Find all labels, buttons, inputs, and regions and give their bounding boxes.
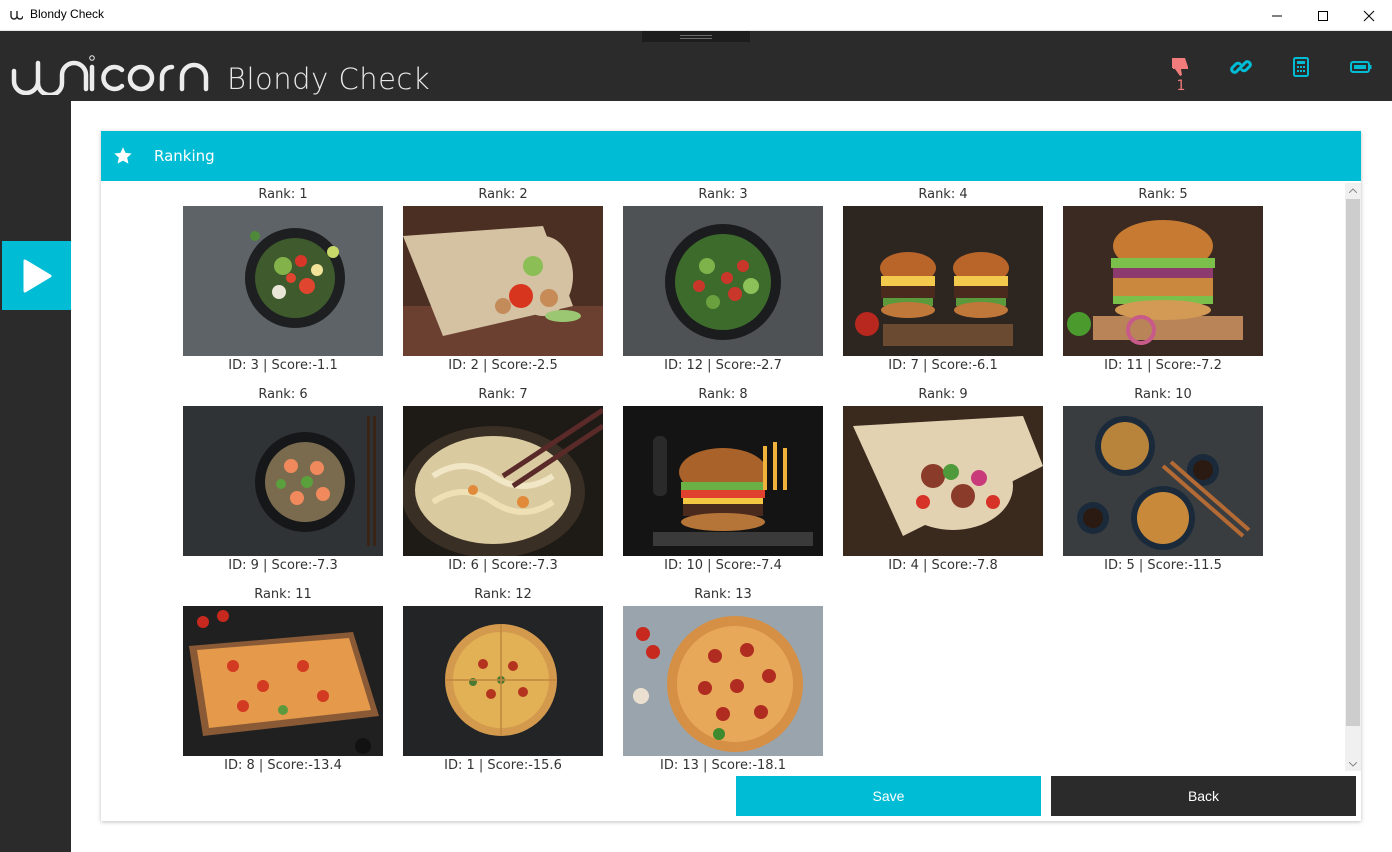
food-image[interactable] (623, 206, 823, 356)
rank-label: Rank: 12 (474, 587, 532, 602)
maximize-icon (1318, 10, 1328, 21)
unicorn-logo (11, 55, 209, 95)
scroll-up-arrow[interactable] (1345, 183, 1361, 197)
ranking-item[interactable]: Rank: 4 ID: 7 | Score:-6.1 (843, 186, 1043, 376)
minimize-icon (1272, 15, 1282, 16)
food-image[interactable] (1063, 206, 1263, 356)
close-button[interactable] (1346, 0, 1392, 31)
food-image[interactable] (403, 206, 603, 356)
ranking-item[interactable]: Rank: 6 ID: 9 | Score:-7.3 (183, 386, 383, 576)
app-icon (10, 11, 23, 20)
rank-label: Rank: 13 (694, 587, 752, 602)
sidebar (0, 101, 71, 852)
food-image[interactable] (183, 206, 383, 356)
food-image[interactable] (1063, 406, 1263, 556)
item-caption: ID: 11 | Score:-7.2 (1104, 358, 1222, 373)
window-titlebar: Blondy Check (0, 0, 1392, 31)
rank-label: Rank: 1 (258, 187, 308, 202)
food-image[interactable] (183, 406, 383, 556)
item-caption: ID: 7 | Score:-6.1 (888, 358, 998, 373)
item-caption: ID: 3 | Score:-1.1 (228, 358, 338, 373)
ranking-item[interactable]: Rank: 13 ID: 13 | Score:-18.1 (623, 586, 823, 776)
app-header: Blondy Check 1 (0, 31, 1392, 101)
food-image[interactable] (403, 606, 603, 756)
ranking-item[interactable]: Rank: 8 ID: 10 | Score:-7.4 (623, 386, 823, 576)
play-button[interactable] (2, 241, 71, 310)
rank-label: Rank: 4 (918, 187, 968, 202)
rank-label: Rank: 3 (698, 187, 748, 202)
rank-label: Rank: 6 (258, 387, 308, 402)
rank-label: Rank: 10 (1134, 387, 1192, 402)
ranking-item[interactable]: Rank: 11 ID: 8 | Score:-13.4 (183, 586, 383, 776)
item-caption: ID: 4 | Score:-7.8 (888, 558, 998, 573)
thumbs-down-count: 1 (1176, 78, 1186, 94)
item-caption: ID: 13 | Score:-18.1 (660, 758, 786, 773)
rank-label: Rank: 7 (478, 387, 528, 402)
item-caption: ID: 1 | Score:-15.6 (444, 758, 562, 773)
ranking-item[interactable]: Rank: 9 ID: 4 | Score:-7.8 (843, 386, 1043, 576)
scroll-down-arrow[interactable] (1345, 757, 1361, 771)
save-button[interactable]: Save (736, 776, 1041, 816)
chevron-down-icon (1349, 761, 1357, 767)
close-icon (1363, 10, 1375, 21)
item-caption: ID: 9 | Score:-7.3 (228, 558, 338, 573)
thumbs-down-icon[interactable] (1169, 55, 1193, 79)
chevron-up-icon (1349, 187, 1357, 193)
item-caption: ID: 8 | Score:-13.4 (224, 758, 342, 773)
drag-handle[interactable] (642, 31, 750, 42)
rank-label: Rank: 8 (698, 387, 748, 402)
ranking-item[interactable]: Rank: 1 ID: 3 | Score:-1.1 (183, 186, 383, 376)
ranking-card: Ranking Rank: 1 ID: 3 | Score:-1.1 Rank:… (101, 131, 1361, 821)
minimize-button[interactable] (1254, 0, 1300, 31)
back-button[interactable]: Back (1051, 776, 1356, 816)
food-image[interactable] (403, 406, 603, 556)
window-title: Blondy Check (30, 7, 105, 21)
calculator-icon[interactable] (1289, 55, 1313, 79)
rank-label: Rank: 2 (478, 187, 528, 202)
item-caption: ID: 2 | Score:-2.5 (448, 358, 558, 373)
ranking-item[interactable]: Rank: 2 ID: 2 | Score:-2.5 (403, 186, 603, 376)
food-image[interactable] (623, 606, 823, 756)
ranking-item[interactable]: Rank: 7 ID: 6 | Score:-7.3 (403, 386, 603, 576)
battery-icon[interactable] (1349, 55, 1373, 79)
item-caption: ID: 12 | Score:-2.7 (664, 358, 782, 373)
star-icon (114, 147, 132, 164)
vertical-scrollbar[interactable] (1345, 183, 1361, 771)
food-image[interactable] (843, 206, 1043, 356)
ranking-item[interactable]: Rank: 5 ID: 11 | Score:-7.2 (1063, 186, 1263, 376)
food-image[interactable] (623, 406, 823, 556)
food-image[interactable] (183, 606, 383, 756)
rank-label: Rank: 9 (918, 387, 968, 402)
food-image[interactable] (843, 406, 1043, 556)
ranking-item[interactable]: Rank: 3 ID: 12 | Score:-2.7 (623, 186, 823, 376)
maximize-button[interactable] (1300, 0, 1346, 31)
item-caption: ID: 6 | Score:-7.3 (448, 558, 558, 573)
rank-label: Rank: 11 (254, 587, 312, 602)
ranking-item[interactable]: Rank: 10 ID: 5 | Score:-11.5 (1063, 386, 1263, 576)
item-caption: ID: 10 | Score:-7.4 (664, 558, 782, 573)
ranking-item[interactable]: Rank: 12 ID: 1 | Score:-15.6 (403, 586, 603, 776)
rank-label: Rank: 5 (1138, 187, 1188, 202)
app-title: Blondy Check (227, 62, 431, 96)
item-caption: ID: 5 | Score:-11.5 (1104, 558, 1222, 573)
play-icon (23, 259, 51, 292)
scrollbar-thumb[interactable] (1346, 199, 1360, 726)
link-icon[interactable] (1229, 55, 1253, 79)
ranking-header: Ranking (101, 131, 1361, 181)
ranking-title: Ranking (154, 147, 215, 165)
